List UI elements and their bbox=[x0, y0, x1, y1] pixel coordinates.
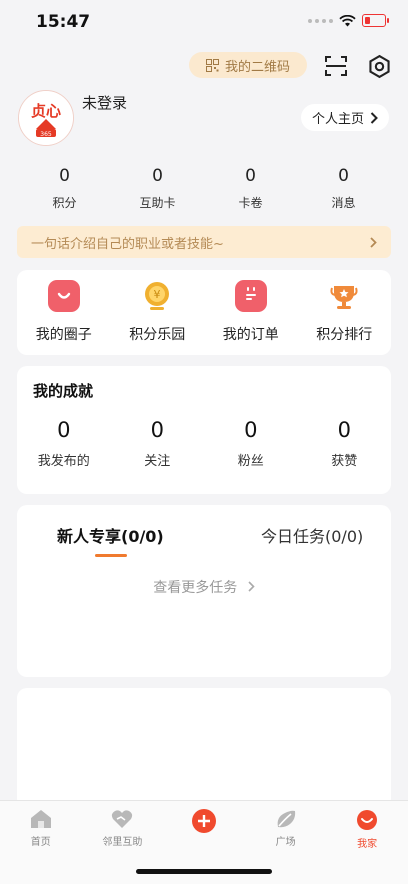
wifi-icon bbox=[339, 14, 356, 26]
tab-today-tasks[interactable]: 今日任务(0/0) bbox=[261, 523, 363, 547]
svg-text:¥: ¥ bbox=[154, 288, 161, 301]
feature-my-orders[interactable]: 我的订单 bbox=[204, 270, 298, 355]
achievement-value: 0 bbox=[57, 418, 71, 442]
home-icon bbox=[30, 810, 51, 828]
status-time: 15:47 bbox=[36, 12, 91, 32]
status-bar: 15:47 bbox=[0, 0, 408, 44]
stat-help-card[interactable]: 0 互助卡 bbox=[111, 166, 204, 211]
settings-button[interactable] bbox=[365, 52, 393, 80]
stats-row: 0 积分 0 互助卡 0 卡卷 0 消息 bbox=[18, 166, 390, 211]
home-indicator bbox=[136, 869, 272, 874]
bio-edit-bar[interactable]: 一句话介绍自己的职业或者技能~ bbox=[17, 226, 391, 258]
achievement-posts[interactable]: 0 我发布的 bbox=[17, 418, 111, 469]
achievements-title: 我的成就 bbox=[33, 382, 94, 400]
stat-messages[interactable]: 0 消息 bbox=[297, 166, 390, 211]
tab-my-home[interactable]: 我家 bbox=[326, 801, 408, 851]
stat-label: 消息 bbox=[331, 196, 356, 210]
feature-my-circle[interactable]: 我的圈子 bbox=[17, 270, 111, 355]
achievement-label: 我发布的 bbox=[37, 454, 90, 469]
feature-label: 我的圈子 bbox=[35, 327, 92, 343]
stat-value: 0 bbox=[59, 166, 70, 186]
leaf-icon bbox=[277, 810, 295, 828]
smile-icon bbox=[357, 810, 378, 830]
scan-icon bbox=[325, 56, 347, 76]
tab-label: 首页 bbox=[30, 837, 51, 848]
chevron-right-icon bbox=[370, 236, 377, 248]
stat-points[interactable]: 0 积分 bbox=[18, 166, 111, 211]
tab-new-user-tasks[interactable]: 新人专享(0/0) bbox=[57, 523, 164, 547]
achievement-followers[interactable]: 0 粉丝 bbox=[204, 418, 298, 469]
stat-label: 卡卷 bbox=[238, 196, 263, 210]
achievement-label: 获赞 bbox=[331, 454, 358, 469]
stat-label: 积分 bbox=[52, 196, 77, 210]
stat-value: 0 bbox=[338, 166, 349, 186]
heart-hands-icon bbox=[112, 810, 133, 828]
qr-code-icon bbox=[205, 58, 219, 72]
svg-text:贞心: 贞心 bbox=[31, 102, 61, 120]
calendar-icon bbox=[234, 280, 267, 312]
qr-code-label: 我的二维码 bbox=[224, 59, 290, 75]
feature-label: 积分排行 bbox=[316, 327, 373, 343]
tab-label: 广场 bbox=[275, 837, 296, 848]
tab-label: 我家 bbox=[357, 839, 378, 850]
scan-button[interactable] bbox=[322, 52, 350, 80]
achievement-likes[interactable]: 0 获赞 bbox=[298, 418, 392, 469]
chevron-right-icon bbox=[370, 111, 378, 124]
achievement-label: 粉丝 bbox=[237, 454, 264, 469]
plus-icon bbox=[191, 809, 216, 833]
avatar[interactable]: 贞心 365 bbox=[18, 90, 74, 146]
brand-logo: 贞心 365 bbox=[19, 91, 73, 145]
stat-value: 0 bbox=[245, 166, 256, 186]
feature-points-ranking[interactable]: 积分排行 bbox=[298, 270, 392, 355]
feature-label: 积分乐园 bbox=[129, 327, 186, 343]
tab-home[interactable]: 首页 bbox=[0, 801, 82, 851]
achievement-label: 关注 bbox=[144, 454, 171, 469]
status-icons bbox=[308, 14, 389, 27]
signal-dots-icon bbox=[308, 18, 333, 23]
qr-code-button[interactable]: 我的二维码 bbox=[189, 52, 307, 78]
stat-coupons[interactable]: 0 卡卷 bbox=[204, 166, 297, 211]
achievement-value: 0 bbox=[150, 418, 164, 442]
feature-card: 我的圈子 ¥ 积分乐园 我的订单 积分排行 bbox=[17, 270, 391, 355]
tab-square[interactable]: 广场 bbox=[245, 801, 327, 851]
homepage-label: 个人主页 bbox=[311, 112, 364, 127]
bottom-tab-bar: 首页 邻里互助 广场 我家 bbox=[0, 800, 408, 884]
tab-underline bbox=[95, 554, 127, 557]
feature-points-park[interactable]: ¥ 积分乐园 bbox=[111, 270, 205, 355]
settings-icon bbox=[368, 54, 390, 78]
achievement-following[interactable]: 0 关注 bbox=[111, 418, 205, 469]
more-tasks-link[interactable]: 查看更多任务 bbox=[17, 577, 391, 597]
trophy-icon bbox=[328, 280, 360, 312]
achievements-card: 我的成就 0 我发布的 0 关注 0 粉丝 0 获赞 bbox=[17, 366, 391, 494]
feature-label: 我的订单 bbox=[222, 327, 279, 343]
login-status[interactable]: 未登录 bbox=[82, 92, 127, 113]
battery-icon bbox=[362, 14, 389, 27]
achievement-value: 0 bbox=[244, 418, 258, 442]
smile-icon bbox=[47, 280, 80, 312]
tab-publish[interactable] bbox=[163, 801, 245, 851]
tab-neighbor-help[interactable]: 邻里互助 bbox=[82, 801, 164, 851]
content-card bbox=[17, 688, 391, 808]
svg-text:365: 365 bbox=[40, 131, 52, 138]
achievements-row: 0 我发布的 0 关注 0 粉丝 0 获赞 bbox=[17, 418, 391, 469]
achievement-value: 0 bbox=[337, 418, 351, 442]
tab-label: 邻里互助 bbox=[102, 837, 143, 848]
stat-label: 互助卡 bbox=[139, 196, 176, 210]
tasks-card: 新人专享(0/0) 今日任务(0/0) 查看更多任务 bbox=[17, 505, 391, 677]
stat-value: 0 bbox=[152, 166, 163, 186]
coin-icon: ¥ bbox=[141, 280, 173, 312]
homepage-button[interactable]: 个人主页 bbox=[301, 104, 389, 131]
chevron-right-icon bbox=[248, 581, 255, 592]
bio-placeholder: 一句话介绍自己的职业或者技能~ bbox=[31, 236, 224, 252]
more-tasks-label: 查看更多任务 bbox=[153, 580, 238, 596]
